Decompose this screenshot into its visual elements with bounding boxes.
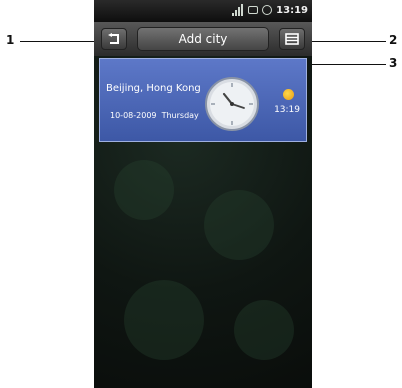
day-sun-icon [283,89,294,100]
alarm-icon [262,5,273,15]
callout-label-1: 1 [6,33,15,47]
callout-line-2 [300,41,386,42]
callout-label-3: 3 [389,56,398,70]
city-name: Beijing, Hong Kong [106,83,201,94]
menu-button[interactable] [279,28,305,50]
wallpaper-decor [234,300,294,360]
weekday-value: Thursday [161,111,199,120]
callout-line-1 [20,41,104,42]
callout-label-2: 2 [389,33,398,47]
menu-icon [285,33,299,45]
status-time: 13:19 [276,4,308,16]
add-city-button[interactable]: Add city [137,27,269,51]
phone-screen: 13:19 Add city Beijing, Hong Kong 10-08-… [94,0,312,388]
signal-icon [232,4,244,16]
date-line: 10-08-2009 Thursday [110,111,199,120]
back-icon [108,33,119,44]
back-button[interactable] [101,28,127,50]
card-time: 13:19 [274,105,300,115]
wallpaper-decor [204,190,274,260]
city-clock-card[interactable]: Beijing, Hong Kong 10-08-2009 Thursday 1… [99,58,307,142]
wallpaper-decor [124,280,204,360]
battery-icon [248,6,259,14]
analog-clock-icon [205,77,259,131]
date-value: 10-08-2009 [110,111,157,120]
status-bar: 13:19 [94,0,312,22]
wallpaper-decor [114,160,174,220]
title-bar: Add city [94,22,312,56]
